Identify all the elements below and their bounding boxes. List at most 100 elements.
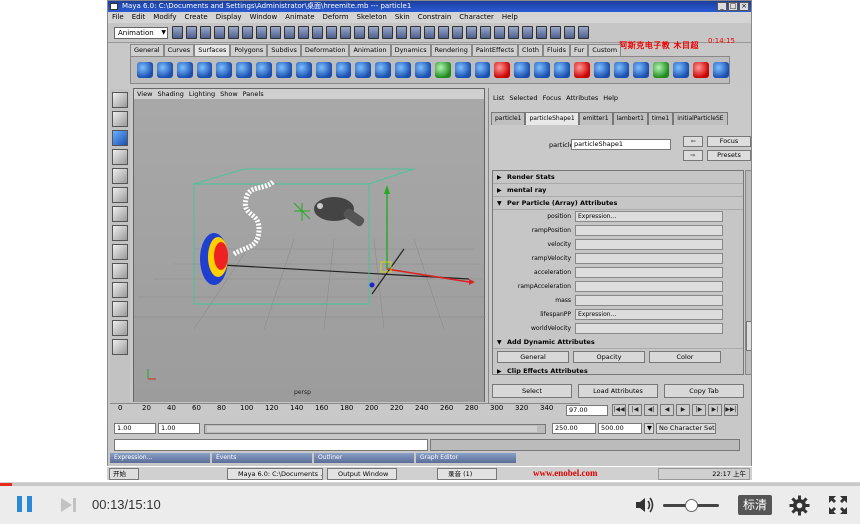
general-button[interactable]: General bbox=[497, 351, 569, 363]
menu-help[interactable]: Help bbox=[502, 12, 518, 23]
attr-field[interactable] bbox=[575, 225, 723, 236]
attr-field[interactable] bbox=[575, 295, 723, 306]
boundary-icon[interactable] bbox=[395, 62, 412, 78]
command-line-input[interactable] bbox=[114, 439, 428, 451]
trim-icon[interactable] bbox=[494, 62, 511, 78]
step-forward-frame-icon[interactable]: |▶ bbox=[692, 404, 706, 416]
maximize-button[interactable]: □ bbox=[728, 2, 738, 11]
viewport-canvas[interactable]: persp bbox=[134, 99, 486, 402]
snap-grid-icon[interactable] bbox=[256, 26, 267, 39]
go-to-end-icon[interactable]: ▶▶| bbox=[724, 404, 738, 416]
start-button[interactable]: 开始 bbox=[109, 468, 139, 480]
insert-isoparm-icon[interactable] bbox=[613, 62, 630, 78]
attr-field[interactable] bbox=[575, 323, 723, 334]
highlight-selection-icon[interactable] bbox=[522, 26, 533, 39]
show-manipulator-icon[interactable] bbox=[536, 26, 547, 39]
two-view-icon[interactable] bbox=[112, 263, 128, 279]
volume-icon[interactable] bbox=[634, 495, 656, 515]
shelf-tab-subdivs[interactable]: Subdivs bbox=[267, 44, 301, 56]
range-inner-end-field[interactable]: 250.00 bbox=[552, 423, 596, 434]
snap-curve-icon[interactable] bbox=[270, 26, 281, 39]
select-hierarchy-icon[interactable] bbox=[214, 26, 225, 39]
snap-plane-icon[interactable] bbox=[298, 26, 309, 39]
color-button[interactable]: Color bbox=[649, 351, 721, 363]
outliner-layout-icon[interactable] bbox=[112, 282, 128, 298]
revolve-icon[interactable] bbox=[295, 62, 312, 78]
render-icon[interactable] bbox=[326, 26, 337, 39]
extrude-icon[interactable] bbox=[355, 62, 372, 78]
viewport-menu-lighting[interactable]: Lighting bbox=[189, 89, 215, 99]
scale-tool-icon[interactable] bbox=[112, 168, 128, 184]
select-component-icon[interactable] bbox=[242, 26, 253, 39]
select-by-joint-icon[interactable] bbox=[410, 26, 421, 39]
select-by-deform-icon[interactable] bbox=[452, 26, 463, 39]
select-tool-icon[interactable] bbox=[112, 92, 128, 108]
ae-tab-emitter1[interactable]: emitter1 bbox=[578, 112, 613, 125]
nurbs-square-icon[interactable] bbox=[276, 62, 292, 78]
attr-field[interactable] bbox=[575, 253, 723, 264]
node-name-field[interactable]: particleShape1 bbox=[571, 139, 671, 150]
section-clip-effects[interactable]: Clip Effects Attributes bbox=[493, 365, 743, 374]
viewport-menu-shading[interactable]: Shading bbox=[157, 89, 183, 99]
menu-animate[interactable]: Animate bbox=[285, 12, 314, 23]
nurbs-cone-icon[interactable] bbox=[196, 62, 213, 78]
viewport-menu-panels[interactable]: Panels bbox=[243, 89, 264, 99]
nurbs-plane-icon[interactable] bbox=[216, 62, 233, 78]
menu-modify[interactable]: Modify bbox=[153, 12, 176, 23]
select-by-misc-icon[interactable] bbox=[494, 26, 505, 39]
minimized-events-window[interactable]: Events bbox=[212, 453, 312, 463]
ipr-icon[interactable] bbox=[340, 26, 351, 39]
render-layout-icon[interactable] bbox=[112, 339, 128, 355]
step-back-key-icon[interactable]: |◀ bbox=[628, 404, 642, 416]
shelf-tab-custom[interactable]: Custom bbox=[588, 44, 622, 56]
single-view-icon[interactable] bbox=[112, 225, 128, 241]
shelf-tab-polygons[interactable]: Polygons bbox=[230, 44, 268, 56]
select-by-curve-icon[interactable] bbox=[424, 26, 435, 39]
ae-menu-list[interactable]: List bbox=[493, 93, 504, 103]
move-tool-icon[interactable] bbox=[112, 130, 128, 146]
range-start-field[interactable]: 1.00 bbox=[114, 423, 156, 434]
step-forward-key-icon[interactable]: ▶| bbox=[708, 404, 722, 416]
attach-icon[interactable] bbox=[534, 62, 551, 78]
open-scene-icon[interactable] bbox=[186, 26, 197, 39]
menu-display[interactable]: Display bbox=[216, 12, 242, 23]
shelf-tab-fur[interactable]: Fur bbox=[570, 44, 589, 56]
square-surface-icon[interactable] bbox=[415, 62, 431, 78]
sculpt-icon[interactable] bbox=[712, 62, 729, 78]
fullscreen-icon[interactable] bbox=[828, 495, 848, 515]
perspective-viewport[interactable]: View Shading Lighting Show Panels persp bbox=[133, 88, 486, 402]
z-axis-handle[interactable] bbox=[369, 282, 375, 288]
ae-menu-focus[interactable]: Focus bbox=[543, 93, 562, 103]
extend-icon[interactable] bbox=[633, 62, 650, 78]
shelf-tab-cloth[interactable]: Cloth bbox=[518, 44, 544, 56]
viewport-menu-show[interactable]: Show bbox=[220, 89, 238, 99]
align-icon[interactable] bbox=[573, 62, 590, 78]
presets-arrow-icon[interactable]: ⇨ bbox=[683, 150, 703, 161]
shelf-tab-animation[interactable]: Animation bbox=[349, 44, 391, 56]
shelf-tab-painteffects[interactable]: PaintEffects bbox=[471, 44, 519, 56]
select-by-surface-icon[interactable] bbox=[438, 26, 449, 39]
close-button[interactable]: × bbox=[739, 2, 749, 11]
opacity-button[interactable]: Opacity bbox=[573, 351, 645, 363]
shelf-tab-dynamics[interactable]: Dynamics bbox=[390, 44, 431, 56]
shelf-tab-curves[interactable]: Curves bbox=[163, 44, 195, 56]
pause-button[interactable] bbox=[14, 496, 36, 514]
menu-edit[interactable]: Edit bbox=[132, 12, 146, 23]
nurbs-torus-icon[interactable] bbox=[236, 62, 253, 78]
four-view-icon[interactable] bbox=[112, 244, 128, 260]
detach-icon[interactable] bbox=[554, 62, 570, 78]
minimized-expression-window[interactable]: Expression... bbox=[110, 453, 210, 463]
gear-icon[interactable] bbox=[789, 495, 810, 516]
menu-constrain[interactable]: Constrain bbox=[418, 12, 452, 23]
minimize-button[interactable]: _ bbox=[717, 2, 727, 11]
channel-box-icon[interactable] bbox=[550, 26, 561, 39]
new-scene-icon[interactable] bbox=[172, 26, 183, 39]
manipulator-tool-icon[interactable] bbox=[112, 187, 128, 203]
shelf-tab-surfaces[interactable]: Surfaces bbox=[194, 44, 231, 56]
load-attributes-button[interactable]: Load Attributes bbox=[578, 384, 658, 398]
attr-field[interactable] bbox=[575, 281, 723, 292]
range-slider[interactable] bbox=[204, 424, 546, 434]
ae-menu-selected[interactable]: Selected bbox=[509, 93, 537, 103]
ae-menu-attributes[interactable]: Attributes bbox=[566, 93, 598, 103]
select-by-dynamic-icon[interactable] bbox=[466, 26, 477, 39]
